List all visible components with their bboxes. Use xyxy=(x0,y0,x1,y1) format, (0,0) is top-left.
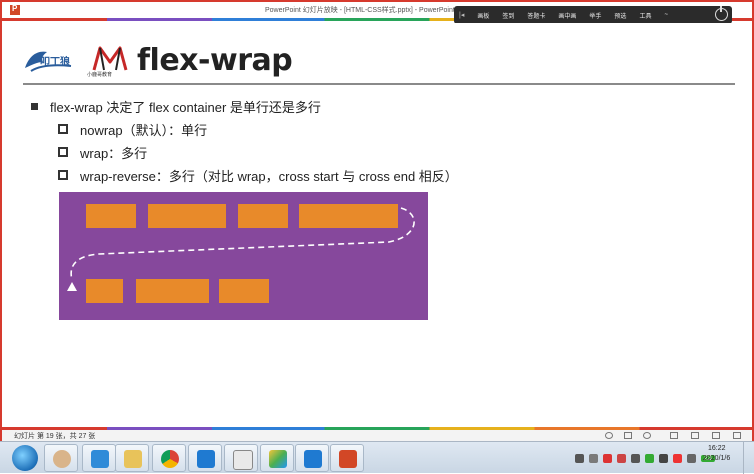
main-bullet-text: flex-wrap 决定了 flex container 是单行还是多行 xyxy=(50,100,321,115)
brand-logo-icon: 叩丁狼 xyxy=(25,51,72,72)
powerpoint-icon[interactable] xyxy=(10,4,20,15)
sub-bullet-wrap-reverse: wrap-reverse：多行（对比 wrap，cross start 与 cr… xyxy=(58,166,458,185)
reading-view-icon[interactable] xyxy=(712,432,720,439)
windows-taskbar: 23 16:22 2020/1/6 xyxy=(0,441,754,474)
sub-bullet-text: wrap：多行 xyxy=(80,146,148,161)
input-method-icon[interactable] xyxy=(687,453,696,463)
clock-time[interactable]: 16:22 xyxy=(708,445,726,452)
toolbar-checkin[interactable]: 签到 xyxy=(502,11,514,20)
toolbar-preselect[interactable]: 预选 xyxy=(614,11,626,20)
network-icon[interactable] xyxy=(631,453,640,463)
security-icon[interactable] xyxy=(603,453,612,463)
svg-text:叩丁狼: 叩丁狼 xyxy=(40,55,71,68)
taskbar-app-typora[interactable] xyxy=(224,444,258,472)
presenter-toolbar: |◂ 画板 签到 答题卡 画中画 举手 预选 工具 ~ xyxy=(454,6,732,24)
taskbar-app-chrome[interactable] xyxy=(152,444,186,472)
taskbar-app-powerpoint[interactable] xyxy=(330,444,364,472)
user-avatar-icon xyxy=(53,450,71,468)
clock-date[interactable]: 2020/1/6 xyxy=(703,455,730,462)
taskbar-app-vscode[interactable] xyxy=(188,444,222,472)
hollow-square-bullet-icon xyxy=(58,124,68,134)
toolbar-picture-in-picture[interactable]: 画中画 xyxy=(558,11,576,20)
status-bar: 幻灯片 第 19 张，共 27 张 xyxy=(2,430,752,441)
taskbar-app-avatar[interactable] xyxy=(44,444,78,472)
slide-canvas: 叩丁狼 小鹿哥教育 flex-wrap flex-wrap 决定了 flex c… xyxy=(14,23,742,426)
taskbar-app-explorer[interactable] xyxy=(115,444,149,472)
toolbar-raise-hand[interactable]: 举手 xyxy=(589,11,601,20)
app-tray-icon[interactable] xyxy=(617,453,626,463)
toolbar-sketchpad[interactable]: 画板 xyxy=(477,11,489,20)
title-divider xyxy=(23,83,735,85)
hollow-square-bullet-icon xyxy=(58,147,68,157)
collapse-toolbar-icon[interactable]: |◂ xyxy=(459,11,464,19)
taskbar-app-media[interactable] xyxy=(82,444,116,472)
slideshow-icon[interactable] xyxy=(733,432,741,439)
shield-icon[interactable] xyxy=(645,453,654,463)
text-editor-icon xyxy=(233,450,253,470)
sub-bullet-text: wrap-reverse：多行（对比 wrap，cross start 与 cr… xyxy=(80,169,458,184)
system-tray: 23 xyxy=(575,450,715,466)
power-icon[interactable] xyxy=(715,6,728,21)
toolbar-more[interactable]: ~ xyxy=(664,12,668,18)
toolbar-tools[interactable]: 工具 xyxy=(639,11,651,20)
sub-bullet-wrap: wrap：多行 xyxy=(58,143,147,162)
flex-container-diagram xyxy=(59,192,428,320)
wrap-direction-arrow xyxy=(67,207,415,291)
show-desktop-button[interactable] xyxy=(743,442,754,474)
folder-icon xyxy=(124,450,142,468)
vscode-icon xyxy=(304,450,322,468)
taskbar-app-vscode-2[interactable] xyxy=(295,444,329,472)
volume-icon[interactable] xyxy=(659,453,668,463)
toolbar-answer-card[interactable]: 答题卡 xyxy=(527,11,545,20)
hollow-square-bullet-icon xyxy=(58,170,68,180)
slide-sorter-icon[interactable] xyxy=(691,432,699,439)
start-button[interactable] xyxy=(12,445,38,471)
sub-bullet-nowrap: nowrap（默认）：单行 xyxy=(58,120,207,139)
filled-square-bullet-icon xyxy=(31,103,38,110)
slide-counter: 幻灯片 第 19 张，共 27 张 xyxy=(14,433,96,440)
next-slide-icon[interactable] xyxy=(643,432,651,439)
powerpoint-icon xyxy=(339,450,357,468)
tray-expand-icon[interactable] xyxy=(589,453,598,463)
keyboard-icon[interactable] xyxy=(575,453,584,463)
menu-icon[interactable] xyxy=(624,432,632,439)
main-bullet: flex-wrap 决定了 flex container 是单行还是多行 xyxy=(31,97,321,116)
slide-title: flex-wrap xyxy=(137,43,293,78)
previous-slide-icon[interactable] xyxy=(605,432,613,439)
notification-icon[interactable] xyxy=(673,453,682,463)
chrome-icon xyxy=(161,450,179,468)
sub-bullet-text: nowrap（默认）：单行 xyxy=(80,123,208,138)
powerpoint-window: PowerPoint 幻灯片放映 - [HTML-CSS样式.pptx] - P… xyxy=(0,0,754,441)
normal-view-icon[interactable] xyxy=(670,432,678,439)
media-player-icon xyxy=(91,450,109,468)
taskbar-app-photos[interactable] xyxy=(260,444,294,472)
photos-icon xyxy=(269,450,287,468)
vscode-icon xyxy=(197,450,215,468)
logo-caption: 小鹿哥教育 xyxy=(87,72,113,78)
window-title: PowerPoint 幻灯片放映 - [HTML-CSS样式.pptx] - P… xyxy=(265,7,455,14)
